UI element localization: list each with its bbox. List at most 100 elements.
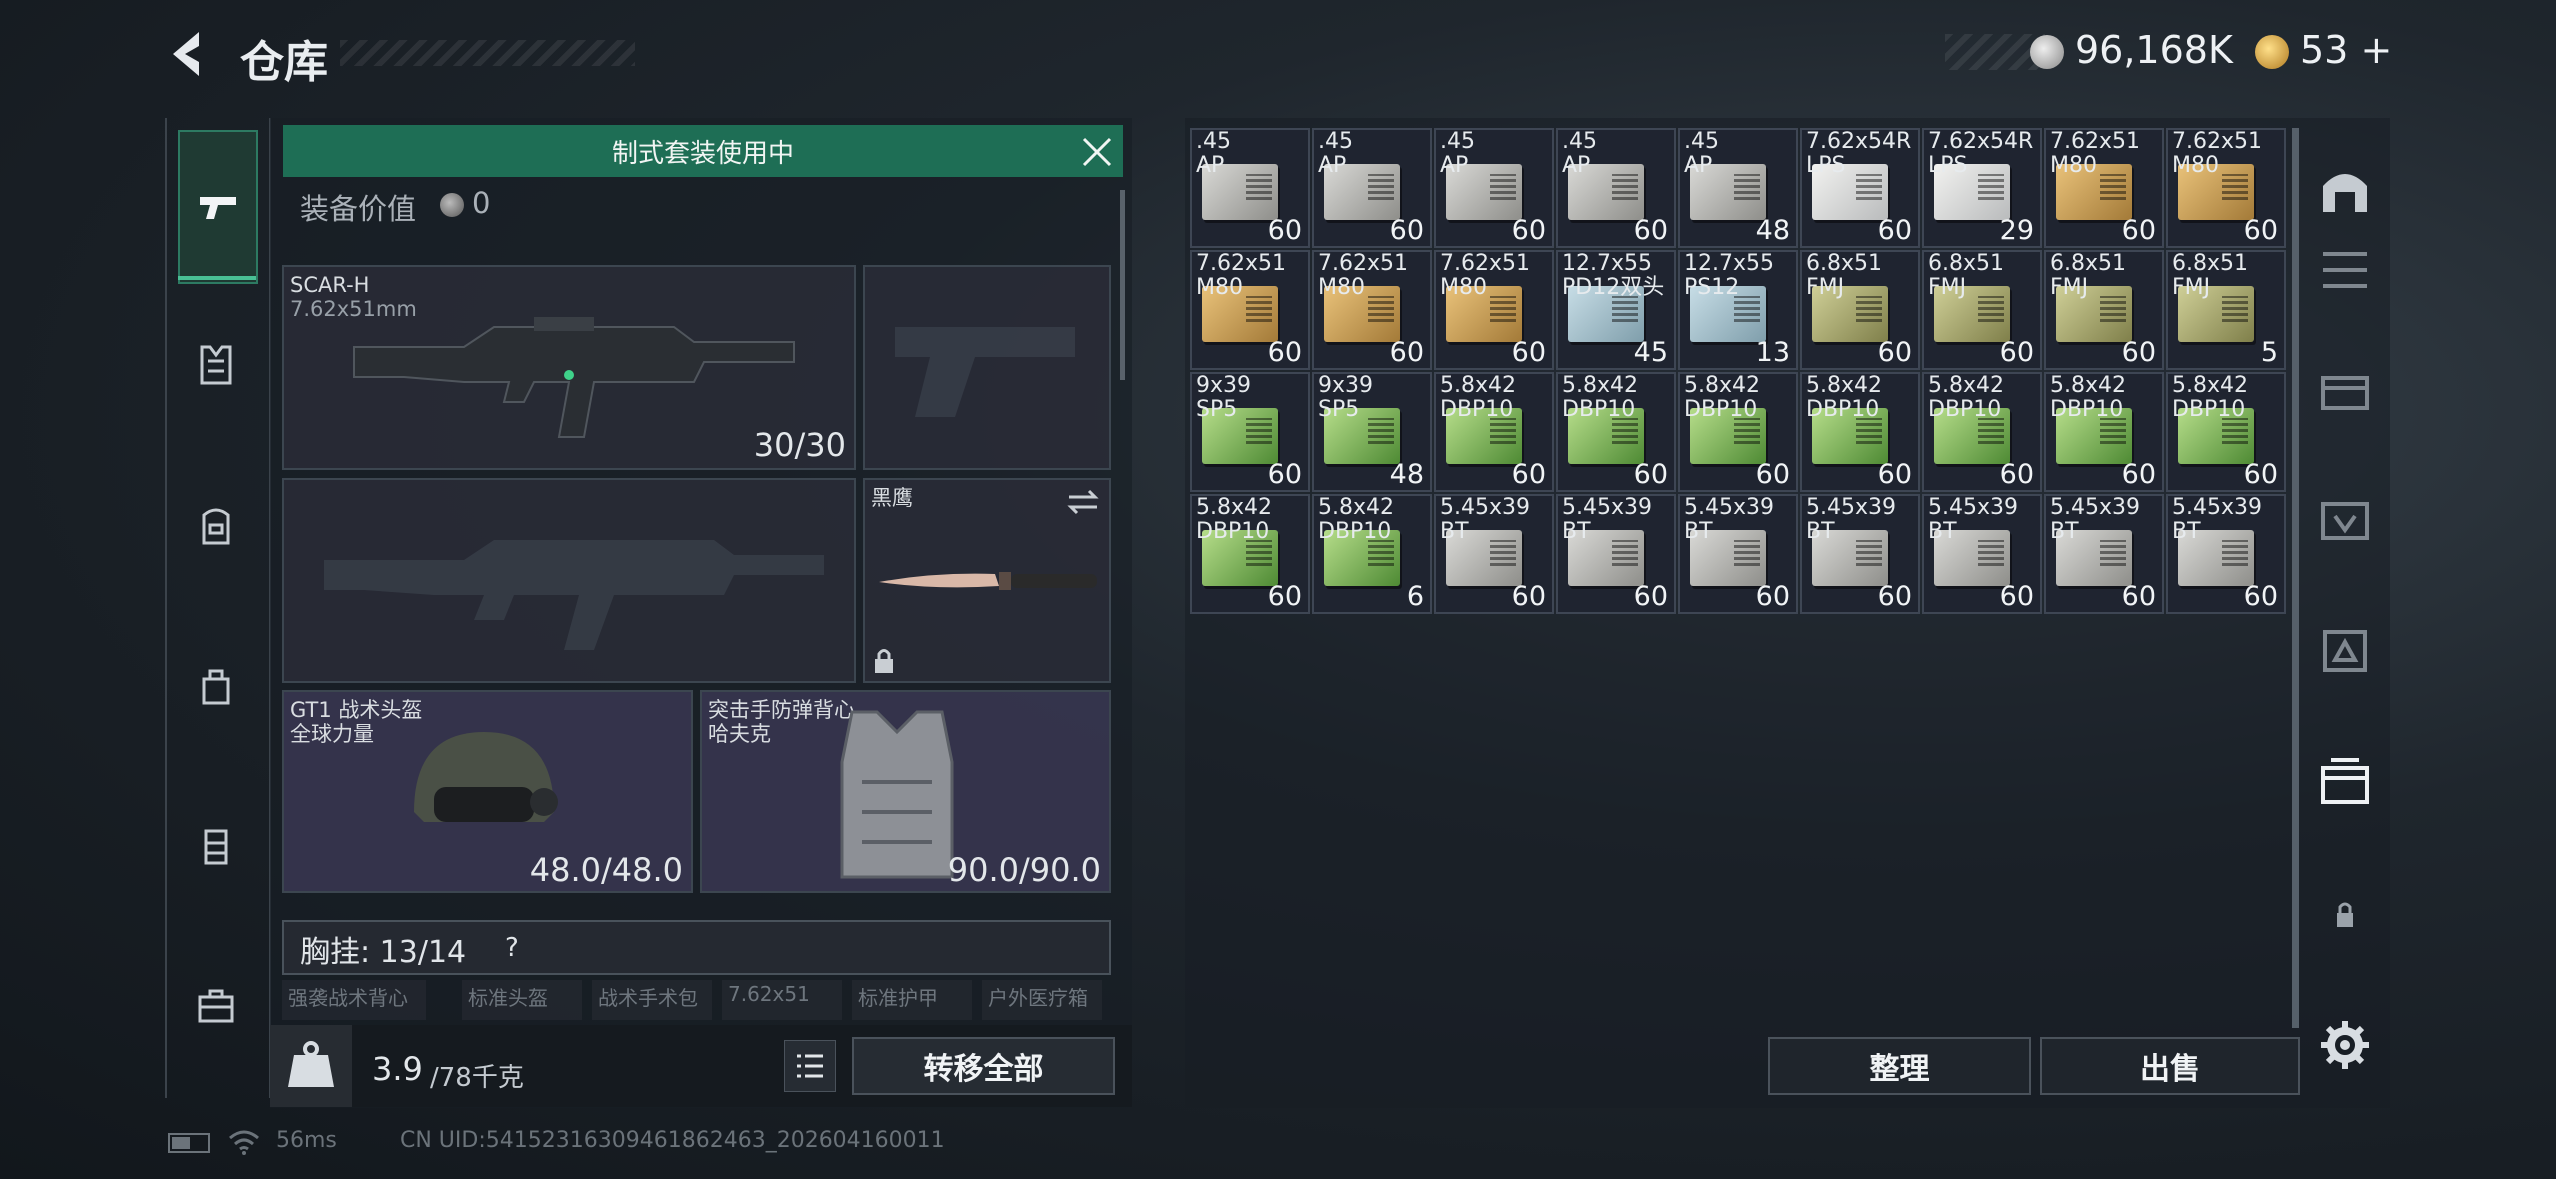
storage-item[interactable]: 7.62x51 M80 60 xyxy=(1190,250,1310,370)
loadout-scrollbar[interactable] xyxy=(1120,190,1125,380)
carry-capacity: /78千克 xyxy=(430,1063,524,1093)
ammo-caliber: .45 AP xyxy=(1562,129,1597,178)
quick-item-6[interactable]: 户外医疗箱 xyxy=(982,980,1102,1020)
storage-item[interactable]: 6.8x51 FMJ 60 xyxy=(1800,250,1920,370)
storage-item[interactable]: 5.45x39 BT 60 xyxy=(1678,494,1798,614)
sell-button[interactable]: 出售 xyxy=(2040,1037,2300,1095)
ammo-count: 60 xyxy=(1755,581,1790,612)
sidebar-item-storage-3[interactable] xyxy=(2315,490,2375,550)
sidebar-item-container[interactable] xyxy=(178,805,254,885)
sidebar-item-case[interactable] xyxy=(178,965,254,1045)
ammo-caliber: 12.7x55 PD12双头 xyxy=(1562,251,1665,300)
sidebar-item-storage-5[interactable] xyxy=(2315,750,2375,810)
storage-item[interactable]: 5.45x39 BT 60 xyxy=(1800,494,1920,614)
sidebar-item-locked[interactable] xyxy=(2315,885,2375,945)
quick-item-3[interactable]: 战术手术包 xyxy=(592,980,712,1020)
storage-item[interactable]: 5.8x42 DBP10 60 xyxy=(2044,372,2164,492)
vest-slot[interactable]: 突击手防弹背心 哈夫克 90.0/90.0 xyxy=(700,690,1111,893)
ammo-count: 60 xyxy=(1877,459,1912,490)
primary-ammo: 30/30 xyxy=(753,426,846,464)
storage-item[interactable]: .45 AP 60 xyxy=(1434,128,1554,248)
storage-item[interactable]: 5.8x42 DBP10 60 xyxy=(1556,372,1676,492)
storage-item[interactable]: 9x39 SP5 48 xyxy=(1312,372,1432,492)
storage-item[interactable]: 5.8x42 DBP10 60 xyxy=(1434,372,1554,492)
storage-item[interactable]: .45 AP 60 xyxy=(1556,128,1676,248)
storage-item[interactable]: 5.8x42 DBP10 60 xyxy=(1922,372,2042,492)
preset-banner: 制式套装使用中 xyxy=(283,125,1123,177)
ammo-count: 48 xyxy=(1389,459,1424,490)
storage-item[interactable]: 5.45x39 BT 60 xyxy=(1922,494,2042,614)
storage-item[interactable]: 5.45x39 BT 60 xyxy=(1434,494,1554,614)
storage-item[interactable]: 7.62x54R LPS 29 xyxy=(1922,128,2042,248)
ammo-count: 60 xyxy=(1511,215,1546,246)
storage-item[interactable]: 7.62x51 M80 60 xyxy=(2166,128,2286,248)
storage-scrollbar[interactable] xyxy=(2292,128,2299,1028)
storage-item[interactable]: .45 AP 60 xyxy=(1312,128,1432,248)
quick-item-2[interactable]: 标准头盔 xyxy=(462,980,582,1020)
back-arrow-icon[interactable] xyxy=(165,28,215,80)
title-decoration xyxy=(340,40,635,66)
gold-balance[interactable]: 53 + xyxy=(2300,28,2392,72)
sort-button[interactable]: 整理 xyxy=(1768,1037,2031,1095)
primary-weapon-slot[interactable]: SCAR-H 7.62x51mm 30/30 xyxy=(282,265,856,470)
help-icon[interactable]: ? xyxy=(505,933,519,963)
swap-icon[interactable] xyxy=(1067,488,1099,516)
pistol-slot[interactable] xyxy=(863,265,1111,470)
list-view-button[interactable] xyxy=(784,1040,836,1092)
ammo-count: 60 xyxy=(1999,459,2034,490)
sidebar-item-armor[interactable] xyxy=(178,325,254,405)
quick-item-5[interactable]: 标准护甲 xyxy=(852,980,972,1020)
storage-item[interactable]: 5.8x42 DBP10 60 xyxy=(2166,372,2286,492)
sidebar-item-backpack[interactable] xyxy=(178,485,254,565)
ammo-caliber: 7.62x54R LPS xyxy=(1806,129,1912,178)
close-icon[interactable] xyxy=(1080,135,1114,169)
sidebar-item-safehouse[interactable] xyxy=(2315,160,2375,220)
settings-button[interactable] xyxy=(2315,1015,2375,1075)
add-gold-icon[interactable]: + xyxy=(2360,28,2392,72)
secondary-weapon-slot[interactable] xyxy=(282,478,856,683)
storage-item[interactable]: 12.7x55 PS12 13 xyxy=(1678,250,1798,370)
helmet-slot[interactable]: GT1 战术头盔 全球力量 48.0/48.0 xyxy=(282,690,693,893)
helmet-durability: 48.0/48.0 xyxy=(529,851,683,889)
quick-item-1[interactable]: 强袭战术背心 xyxy=(282,980,426,1020)
storage-item[interactable]: 7.62x51 M80 60 xyxy=(1312,250,1432,370)
silver-balance: 96,168K xyxy=(2075,28,2233,72)
storage-item[interactable]: 7.62x51 M80 60 xyxy=(1434,250,1554,370)
ammo-caliber: 6.8x51 FMJ xyxy=(1806,251,1883,300)
transfer-all-button[interactable]: 转移全部 xyxy=(852,1037,1115,1095)
storage-item[interactable]: 5.45x39 BT 60 xyxy=(1556,494,1676,614)
storage-item[interactable]: 5.8x42 DBP10 6 xyxy=(1312,494,1432,614)
storage-item[interactable]: 6.8x51 FMJ 60 xyxy=(2044,250,2164,370)
ammo-count: 60 xyxy=(1999,337,2034,368)
sidebar-item-storage-2[interactable] xyxy=(2315,360,2375,420)
ammo-caliber: 7.62x51 M80 xyxy=(2172,129,2262,178)
chest-rig-label: 胸挂: 13/14 xyxy=(300,927,466,971)
quick-item-4[interactable]: 7.62x51 xyxy=(722,980,842,1020)
value-coin-icon xyxy=(440,193,464,217)
ammo-count: 60 xyxy=(1877,215,1912,246)
storage-item[interactable]: 9x39 SP5 60 xyxy=(1190,372,1310,492)
storage-item[interactable]: .45 AP 60 xyxy=(1190,128,1310,248)
ammo-count: 60 xyxy=(1267,459,1302,490)
storage-item[interactable]: 7.62x51 M80 60 xyxy=(2044,128,2164,248)
storage-item[interactable]: .45 AP 48 xyxy=(1678,128,1798,248)
storage-item[interactable]: 5.45x39 BT 60 xyxy=(2166,494,2286,614)
ammo-count: 60 xyxy=(1511,337,1546,368)
storage-item[interactable]: 6.8x51 FMJ 60 xyxy=(1922,250,2042,370)
ammo-caliber: 6.8x51 FMJ xyxy=(1928,251,2005,300)
sidebar-item-storage-4[interactable] xyxy=(2315,620,2375,680)
storage-item[interactable]: 5.8x42 DBP10 60 xyxy=(1678,372,1798,492)
storage-item[interactable]: 12.7x55 PD12双头 45 xyxy=(1556,250,1676,370)
ammo-count: 60 xyxy=(1755,459,1790,490)
sidebar-item-weapons[interactable] xyxy=(178,130,258,284)
storage-item[interactable]: 7.62x54R LPS 60 xyxy=(1800,128,1920,248)
active-indicator xyxy=(178,276,256,280)
helmet-brand: 全球力量 xyxy=(290,722,374,746)
sidebar-item-storage-1[interactable] xyxy=(2315,240,2375,300)
storage-item[interactable]: 6.8x51 FMJ 5 xyxy=(2166,250,2286,370)
melee-slot[interactable]: 黑鹰 xyxy=(863,478,1111,683)
storage-item[interactable]: 5.8x42 DBP10 60 xyxy=(1800,372,1920,492)
sidebar-item-bag[interactable] xyxy=(178,645,254,725)
storage-item[interactable]: 5.8x42 DBP10 60 xyxy=(1190,494,1310,614)
storage-item[interactable]: 5.45x39 BT 60 xyxy=(2044,494,2164,614)
